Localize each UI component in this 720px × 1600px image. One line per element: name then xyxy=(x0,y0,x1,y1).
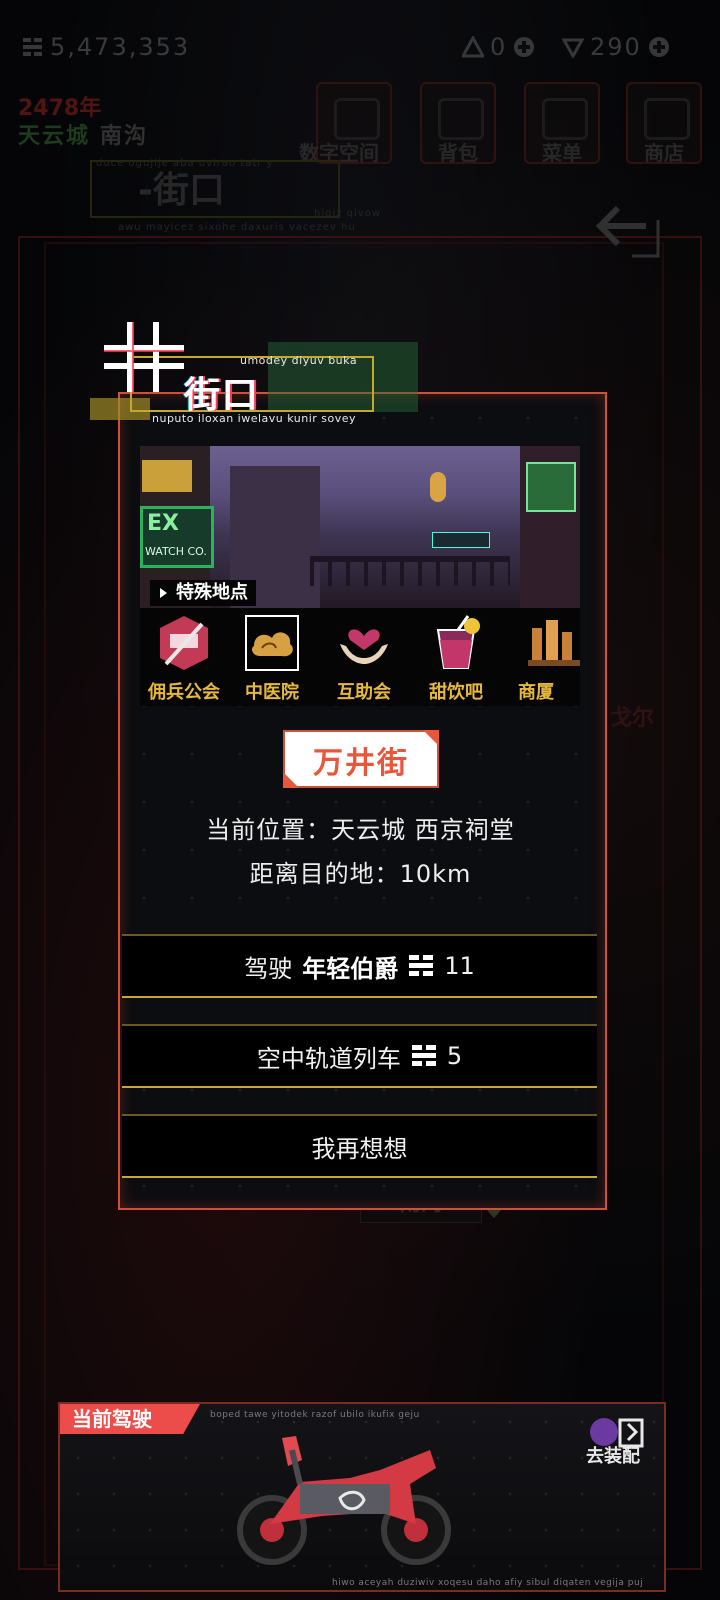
mutual-aid-icon xyxy=(340,629,388,664)
street-name: 万井街 xyxy=(313,746,409,781)
equip-label[interactable]: 去装配 xyxy=(586,1442,640,1468)
special-places-label: 特殊地点 xyxy=(150,580,256,606)
mercenary-guild-icon xyxy=(160,616,208,670)
sky-train-option-button[interactable]: 空中轨道列车 5 xyxy=(122,1024,597,1088)
sky-train-label: 空中轨道列车 xyxy=(256,1044,401,1073)
place-name: 互助会 xyxy=(337,682,391,703)
place-name: 佣兵公会 xyxy=(148,682,220,703)
current-position: 当前位置：天云城 西京祠堂 xyxy=(206,816,515,844)
caret-right-icon xyxy=(160,588,167,598)
place-mercenary-guild[interactable]: 佣兵公会 xyxy=(140,612,228,704)
motorcycle-image xyxy=(237,1436,451,1565)
dialog-subtitle-bottom: nuputo iloxan iwelavu kunir sovey xyxy=(152,412,357,425)
money-icon xyxy=(409,955,434,976)
place-sweet-drink-bar[interactable]: 甜饮吧 xyxy=(412,612,500,704)
place-mutual-aid[interactable]: 互助会 xyxy=(320,612,408,704)
chinese-hospital-icon xyxy=(245,615,299,671)
panel-noise-bottom: hiwo aceyah duziwiv xoqesu daho afiy sib… xyxy=(332,1578,644,1588)
current-drive-tag: 当前驾驶 xyxy=(60,1404,200,1434)
cancel-option-button[interactable]: 我再想想 xyxy=(122,1114,597,1178)
distance-to-destination: 距离目的地：10km xyxy=(249,860,472,888)
photo-sign-main: EX xyxy=(147,511,179,536)
special-places-text: 特殊地点 xyxy=(176,582,248,603)
place-name: 商厦 xyxy=(518,682,554,703)
vehicle-name: 年轻伯爵 xyxy=(302,954,399,983)
street-name-badge: 万井街 xyxy=(283,730,439,788)
money-icon xyxy=(411,1045,436,1066)
drive-option-button[interactable]: 驾驶 年轻伯爵 11 xyxy=(122,934,597,998)
drive-cost: 11 xyxy=(444,952,475,980)
mall-icon xyxy=(528,620,580,666)
sweet-drink-bar-icon xyxy=(436,615,480,669)
sky-train-cost: 5 xyxy=(446,1042,463,1070)
place-name: 中医院 xyxy=(245,682,299,703)
cancel-label: 我再想想 xyxy=(311,1134,408,1163)
place-chinese-hospital[interactable]: 中医院 xyxy=(228,612,316,704)
street-junction-icon xyxy=(104,322,184,392)
drive-label: 驾驶 xyxy=(244,954,293,983)
place-name: 甜饮吧 xyxy=(429,682,483,703)
photo-sign-sub: WATCH CO. xyxy=(145,545,207,558)
panel-noise-top: boped tawe yitodek razof ubilo ikufix ge… xyxy=(210,1410,420,1420)
place-mall[interactable]: 商厦 xyxy=(510,612,580,704)
dialog-title: 街口 xyxy=(184,375,261,416)
